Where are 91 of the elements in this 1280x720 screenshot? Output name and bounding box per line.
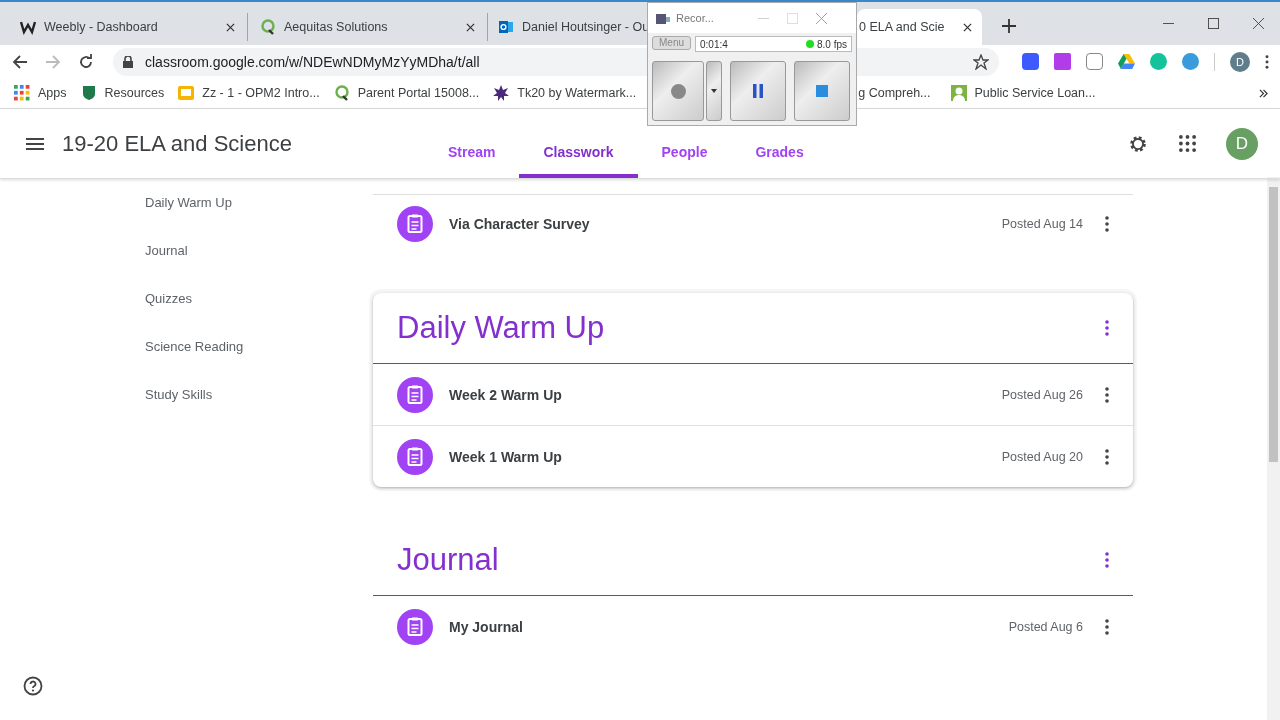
drive-icon[interactable] xyxy=(1118,53,1135,70)
more-icon[interactable] xyxy=(1105,386,1109,403)
bookmark[interactable]: g Compreh... xyxy=(858,86,931,100)
bookmark-label: Public Service Loan... xyxy=(974,86,1096,100)
maximize-icon[interactable] xyxy=(1208,18,1219,29)
lock-icon xyxy=(123,55,133,68)
bookmark-label: Zz - 1 - OPM2 Intro... xyxy=(202,86,320,100)
q-logo-icon xyxy=(260,19,276,35)
stop-button[interactable] xyxy=(794,61,850,121)
topic-title: Daily Warm Up xyxy=(397,310,605,346)
slides-icon xyxy=(178,85,195,101)
q-logo-icon xyxy=(333,85,350,101)
topic-link[interactable]: Study Skills xyxy=(145,386,373,434)
stop-icon xyxy=(816,85,828,97)
nav-tab[interactable]: Stream xyxy=(424,130,520,178)
pause-icon xyxy=(753,84,763,98)
scrollbar-thumb[interactable] xyxy=(1269,187,1278,462)
close-icon[interactable] xyxy=(226,22,235,32)
posted-date: Posted Aug 14 xyxy=(1001,217,1083,231)
topic-title: Journal xyxy=(397,542,499,578)
pause-button[interactable] xyxy=(730,61,786,121)
chevron-icon[interactable] xyxy=(1259,88,1268,98)
close-icon[interactable] xyxy=(466,22,475,32)
help-icon[interactable] xyxy=(23,676,43,696)
assignment-title[interactable]: Week 2 Warm Up xyxy=(449,386,562,403)
w-logo-icon xyxy=(20,19,36,35)
bookmark-label: Parent Portal 15008... xyxy=(357,86,480,100)
profile-avatar[interactable]: D xyxy=(1230,51,1250,72)
posted-date: Posted Aug 26 xyxy=(1001,387,1083,402)
more-icon[interactable] xyxy=(1105,216,1109,232)
nav-tab[interactable]: People xyxy=(637,130,732,178)
assignment-title[interactable]: Via Character Survey xyxy=(449,216,590,232)
extension-icon[interactable] xyxy=(1182,53,1199,70)
assignment-icon xyxy=(397,206,433,242)
bookmark[interactable]: Apps xyxy=(14,85,67,101)
bookmark-label: Apps xyxy=(38,86,67,100)
nav-tab[interactable]: Grades xyxy=(731,130,828,178)
frame-rate: 8.0 fps xyxy=(816,38,847,50)
posted-date: Posted Aug 6 xyxy=(1008,619,1083,634)
topic-link[interactable]: Daily Warm Up xyxy=(145,194,373,242)
mail-logo-icon xyxy=(498,19,514,35)
bookmark[interactable]: Tk20 by Watermark... xyxy=(493,85,644,101)
close-icon[interactable] xyxy=(963,22,972,32)
bookmark[interactable]: Resources xyxy=(80,85,165,101)
assignment-title[interactable]: My Journal xyxy=(449,618,523,635)
extension-icon[interactable] xyxy=(1022,53,1039,70)
bookmark-label: Tk20 by Watermark... xyxy=(517,86,637,100)
window-title: Recor... xyxy=(676,12,715,24)
reload-icon[interactable] xyxy=(78,53,94,70)
assignment-icon xyxy=(397,608,433,645)
assignment-title[interactable]: Week 1 Warm Up xyxy=(449,448,562,465)
more-icon[interactable] xyxy=(1105,448,1109,465)
bookmark[interactable]: Parent Portal 15008... xyxy=(333,85,480,101)
apps-grid-icon xyxy=(14,85,30,101)
url-text: classroom.google.com/w/NDEwNDMyMzYyMDha/t/all xyxy=(145,53,480,70)
caret-icon xyxy=(711,89,717,93)
shield-icon xyxy=(80,85,97,101)
posted-date: Posted Aug 20 xyxy=(1001,449,1083,464)
bookmark-label: Resources xyxy=(104,86,165,100)
tab-title: Aequitas Solutions xyxy=(284,20,389,34)
more-icon[interactable] xyxy=(1105,320,1109,336)
course-title: 19-20 ELA and Science xyxy=(62,130,293,157)
tab-title: Weebly - Dashboard xyxy=(44,20,159,34)
more-icon[interactable] xyxy=(1105,618,1109,635)
apps-grid-icon[interactable] xyxy=(1179,135,1196,152)
plus-icon[interactable] xyxy=(1002,19,1016,33)
burst-icon xyxy=(493,85,510,101)
status-dot-icon xyxy=(805,40,814,48)
browser-tab[interactable]: Aequitas Solutions xyxy=(248,13,488,41)
assignment-icon xyxy=(397,438,433,475)
back-icon[interactable] xyxy=(12,53,28,70)
browser-tab[interactable]: Weebly - Dashboard xyxy=(8,13,248,41)
nav-tab[interactable]: Classwork xyxy=(519,130,638,178)
browser-tab[interactable]: 0 ELA and Scie xyxy=(857,9,982,45)
topic-link[interactable]: Quizzes xyxy=(145,290,373,338)
window-icon[interactable] xyxy=(1086,53,1103,70)
star-icon[interactable] xyxy=(973,53,989,70)
elapsed-time: 0:01:4 xyxy=(700,38,728,50)
bookmark[interactable]: Public Service Loan... xyxy=(950,85,1096,101)
record-button[interactable] xyxy=(652,61,704,121)
topic-link[interactable]: Journal xyxy=(145,242,373,290)
assignment-icon xyxy=(397,376,433,413)
close-icon[interactable] xyxy=(1253,18,1264,29)
more-icon[interactable] xyxy=(1105,552,1109,568)
camera-icon xyxy=(656,11,670,25)
more-icon[interactable] xyxy=(1265,54,1269,69)
bookmark[interactable]: Zz - 1 - OPM2 Intro... xyxy=(178,85,320,101)
menu-icon[interactable] xyxy=(26,137,44,150)
person-icon xyxy=(950,85,967,101)
topic-link[interactable]: Science Reading xyxy=(145,338,373,386)
tab-title: 0 ELA and Scie xyxy=(859,20,946,34)
